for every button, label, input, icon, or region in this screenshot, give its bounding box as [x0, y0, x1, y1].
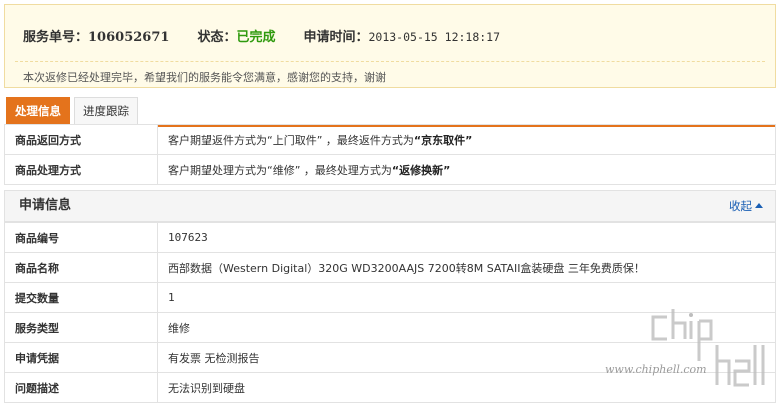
- summary-divider: [15, 61, 765, 62]
- handling-method-text: 客户期望处理方式为“维修” ，最终处理方式为: [168, 163, 392, 177]
- application-info-title: 申请信息: [19, 198, 72, 213]
- apply-time-label: 申请时间：: [303, 30, 369, 45]
- apply-time-value: 2013-05-15 12:18:17: [368, 30, 501, 44]
- handling-method-label: 商品处理方式: [4, 154, 158, 185]
- table-row: 商品处理方式 客户期望处理方式为“维修” ，最终处理方式为“返修换新”: [4, 154, 776, 185]
- proof-label: 申请凭据: [4, 342, 158, 373]
- watermark-url: www.chiphell.com: [605, 363, 707, 376]
- table-row: 商品名称 西部数据（Western Digital）320G WD3200AAJ…: [4, 252, 776, 283]
- product-name-label: 商品名称: [4, 252, 158, 283]
- product-id-value: 107623: [157, 222, 776, 253]
- status-label: 状态：: [197, 30, 237, 45]
- status-value: 已完成: [236, 30, 276, 45]
- return-method-label: 商品返回方式: [4, 124, 158, 155]
- collapse-label: 收起: [729, 199, 752, 213]
- product-name-value: 西部数据（Western Digital）320G WD3200AAJS 720…: [157, 252, 776, 283]
- product-id-label: 商品编号: [4, 222, 158, 253]
- collapse-link[interactable]: 收起: [729, 191, 763, 221]
- triangle-up-icon: [755, 203, 763, 208]
- order-number-label: 服务单号：: [23, 30, 89, 45]
- application-info-header: 申请信息 收起: [4, 190, 776, 222]
- tab-process-info[interactable]: 处理信息: [6, 97, 70, 124]
- chiphell-logo-icon: [651, 309, 765, 387]
- return-method-final: “京东取件”: [413, 133, 473, 147]
- order-number-value: 106052671: [88, 30, 170, 45]
- service-type-label: 服务类型: [4, 312, 158, 343]
- tab-progress-tracking[interactable]: 进度跟踪: [74, 97, 138, 124]
- problem-description-label: 问题描述: [4, 372, 158, 403]
- detail-tabs: 处理信息 进度跟踪: [4, 97, 776, 127]
- summary-header-row: 服务单号：106052671 状态：已完成 申请时间：2013-05-15 12:1…: [23, 27, 500, 47]
- return-method-text: 客户期望返件方式为“上门取件” ，最终返件方式为: [168, 133, 414, 147]
- handling-method-value: 客户期望处理方式为“维修” ，最终处理方式为“返修换新”: [157, 154, 776, 185]
- quantity-label: 提交数量: [4, 282, 158, 313]
- return-method-value: 客户期望返件方式为“上门取件” ，最终返件方式为“京东取件”: [157, 124, 776, 155]
- service-summary-panel: 服务单号：106052671 状态：已完成 申请时间：2013-05-15 12:1…: [4, 4, 776, 88]
- handling-method-final: “返修换新”: [391, 163, 451, 177]
- table-row: 商品编号 107623: [4, 222, 776, 253]
- completion-message: 本次返修已经处理完毕，希望我们的服务能令您满意，感谢您的支持，谢谢: [23, 71, 386, 84]
- table-row: 商品返回方式 客户期望返件方式为“上门取件” ，最终返件方式为“京东取件”: [4, 124, 776, 155]
- process-info-table: 商品返回方式 客户期望返件方式为“上门取件” ，最终返件方式为“京东取件” 商品…: [4, 124, 776, 185]
- chiphell-watermark: www.chiphell.com: [605, 305, 770, 395]
